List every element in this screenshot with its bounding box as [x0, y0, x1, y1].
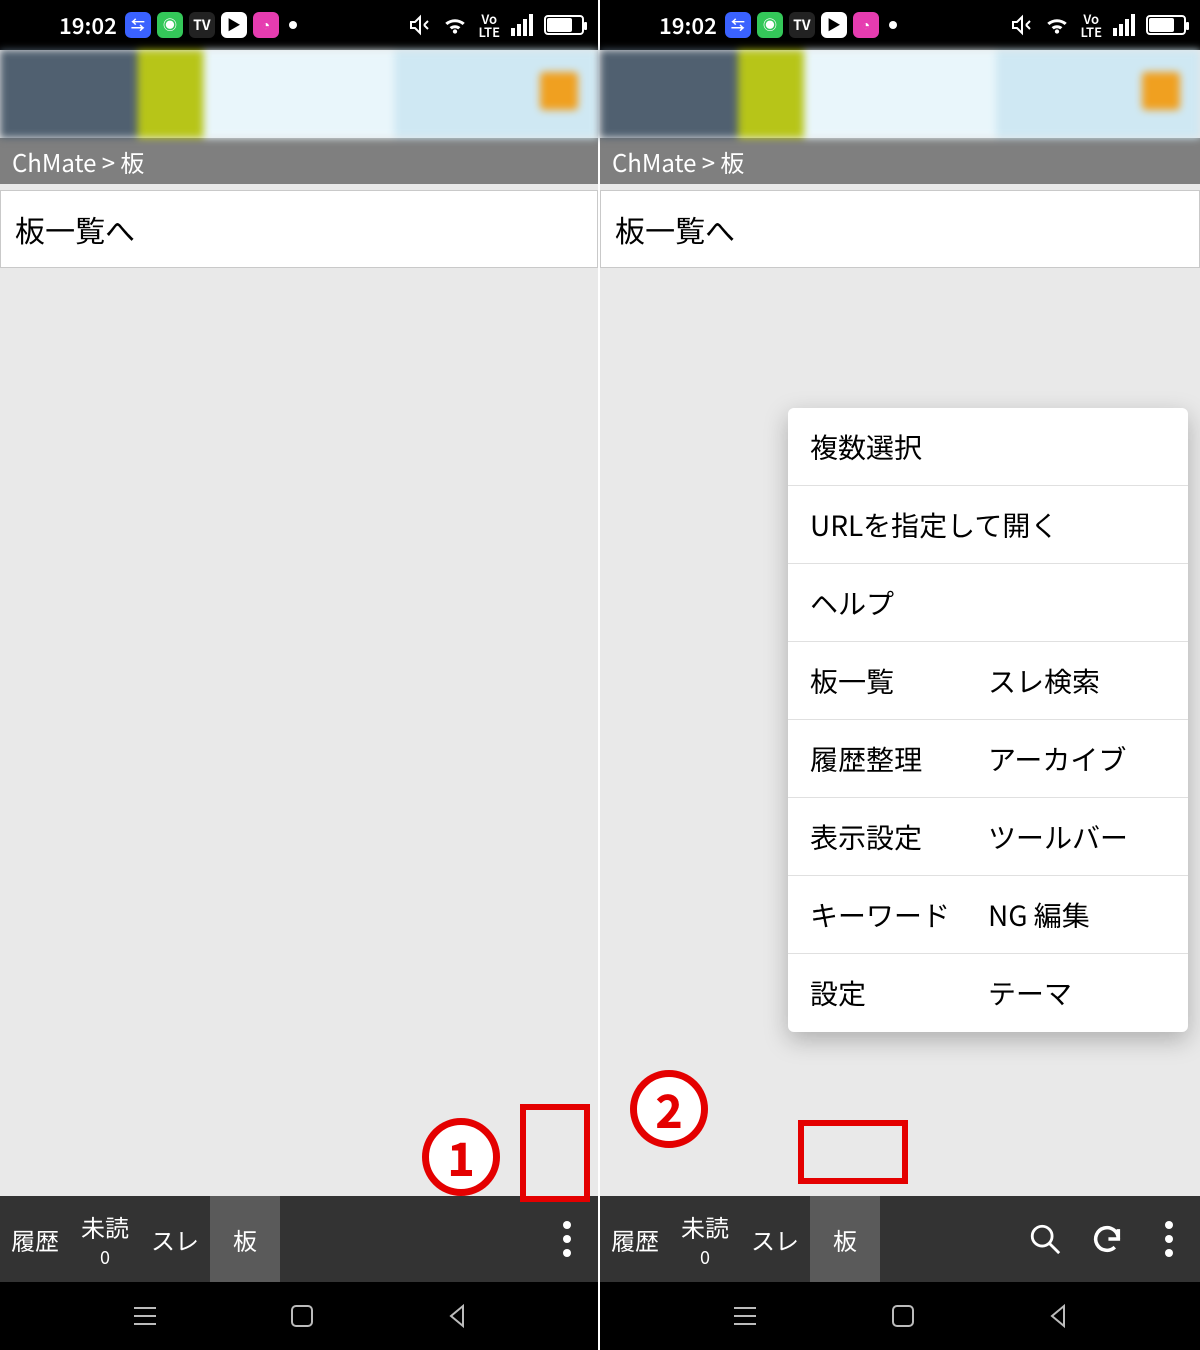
main-area: 板一覧へ 複数選択 URLを指定して開く ヘルプ 板一覧 スレ検索 履歴整理 ア…: [600, 184, 1200, 1196]
app-icon-2: ◉: [757, 12, 783, 38]
overflow-button[interactable]: [1138, 1196, 1200, 1282]
status-app-icons: ⇆ ◉ TV ▶ ◔: [125, 12, 297, 38]
tv-icon: TV: [789, 12, 815, 38]
app-icon-4: ◔: [253, 12, 279, 38]
reload-button[interactable]: [1076, 1196, 1138, 1282]
menu-theme[interactable]: テーマ: [988, 973, 1166, 1013]
bottom-tabs: 履歴 未読0 スレ 板: [0, 1196, 598, 1282]
app-icon-1: ⇆: [725, 12, 751, 38]
annotation-box-2: [798, 1120, 908, 1184]
vertical-dots-icon: [562, 1219, 572, 1259]
overflow-menu: 複数選択 URLを指定して開く ヘルプ 板一覧 スレ検索 履歴整理 アーカイブ …: [788, 408, 1188, 1032]
android-nav: [600, 1282, 1200, 1350]
board-list-link[interactable]: 板一覧へ: [0, 190, 598, 268]
menu-settings[interactable]: 設定: [810, 973, 988, 1013]
menu-open-url[interactable]: URLを指定して開く: [788, 486, 1188, 564]
menu-ng-edit[interactable]: NG 編集: [988, 895, 1166, 935]
ad-banner[interactable]: [0, 50, 598, 138]
home-icon[interactable]: [289, 1303, 315, 1329]
overflow-button[interactable]: [536, 1196, 598, 1282]
signal-icon: [1112, 14, 1136, 36]
menu-display-settings[interactable]: 表示設定: [810, 817, 988, 857]
back-icon[interactable]: [1046, 1303, 1070, 1329]
annotation-box-1: [520, 1104, 590, 1202]
back-icon[interactable]: [445, 1303, 469, 1329]
app-icon-2: ◉: [157, 12, 183, 38]
app-icon-1: ⇆: [125, 12, 151, 38]
tab-history[interactable]: 履歴: [600, 1196, 670, 1282]
breadcrumb: ChMate > 板: [600, 138, 1200, 184]
status-bar: 19:02 ⇆ ◉ TV ▶ ◔ VoLTE: [600, 0, 1200, 50]
clock: 19:02: [659, 9, 717, 41]
tab-thread[interactable]: スレ: [740, 1196, 810, 1282]
app-icon-4: ◔: [853, 12, 879, 38]
vertical-dots-icon: [1164, 1219, 1174, 1259]
battery-icon: [544, 15, 584, 35]
tab-history[interactable]: 履歴: [0, 1196, 70, 1282]
recent-apps-icon[interactable]: [730, 1304, 760, 1328]
phone-right: 19:02 ⇆ ◉ TV ▶ ◔ VoLTE ChMate > 板 板一覧へ 複…: [600, 0, 1200, 1350]
menu-keyword[interactable]: キーワード: [810, 895, 988, 935]
reload-icon: [1090, 1222, 1124, 1256]
status-right: VoLTE: [408, 12, 584, 38]
android-nav: [0, 1282, 598, 1350]
tab-unread[interactable]: 未読0: [670, 1196, 740, 1282]
volte-icon: VoLTE: [1080, 12, 1102, 38]
mute-icon: [1010, 13, 1034, 37]
menu-multi-select[interactable]: 複数選択: [788, 408, 1188, 486]
battery-icon: [1146, 15, 1186, 35]
menu-help[interactable]: ヘルプ: [788, 564, 1188, 642]
board-list-link[interactable]: 板一覧へ: [600, 190, 1200, 268]
mute-icon: [408, 13, 432, 37]
signal-icon: [510, 14, 534, 36]
home-icon[interactable]: [890, 1303, 916, 1329]
volte-icon: VoLTE: [478, 12, 500, 38]
tab-board[interactable]: 板: [210, 1196, 280, 1282]
main-area: 板一覧へ: [0, 184, 598, 1196]
ad-banner[interactable]: [600, 50, 1200, 138]
annotation-circle-2: 2: [630, 1070, 708, 1148]
tv-icon: TV: [189, 12, 215, 38]
phone-left: 19:02 ⇆ ◉ TV ▶ ◔ VoLTE ChMate > 板 板一覧へ 履…: [0, 0, 600, 1350]
menu-archive[interactable]: アーカイブ: [988, 739, 1166, 779]
tab-thread[interactable]: スレ: [140, 1196, 210, 1282]
app-icon-3: ▶: [821, 12, 847, 38]
clock: 19:02: [59, 9, 117, 41]
menu-toolbar[interactable]: ツールバー: [988, 817, 1166, 857]
menu-thread-search[interactable]: スレ検索: [988, 661, 1166, 701]
tab-board[interactable]: 板: [810, 1196, 880, 1282]
annotation-circle-1: 1: [422, 1118, 500, 1196]
wifi-icon: [442, 14, 468, 36]
breadcrumb: ChMate > 板: [0, 138, 598, 184]
search-icon: [1028, 1222, 1062, 1256]
recent-apps-icon[interactable]: [130, 1304, 160, 1328]
status-bar: 19:02 ⇆ ◉ TV ▶ ◔ VoLTE: [0, 0, 598, 50]
status-app-icons: ⇆ ◉ TV ▶ ◔: [725, 12, 897, 38]
dot-icon: [289, 21, 297, 29]
bottom-tabs: 履歴 未読0 スレ 板: [600, 1196, 1200, 1282]
search-button[interactable]: [1014, 1196, 1076, 1282]
dot-icon: [889, 21, 897, 29]
tab-unread[interactable]: 未読0: [70, 1196, 140, 1282]
wifi-icon: [1044, 14, 1070, 36]
menu-board-list[interactable]: 板一覧: [810, 661, 988, 701]
status-right: VoLTE: [1010, 12, 1186, 38]
app-icon-3: ▶: [221, 12, 247, 38]
menu-history-cleanup[interactable]: 履歴整理: [810, 739, 988, 779]
